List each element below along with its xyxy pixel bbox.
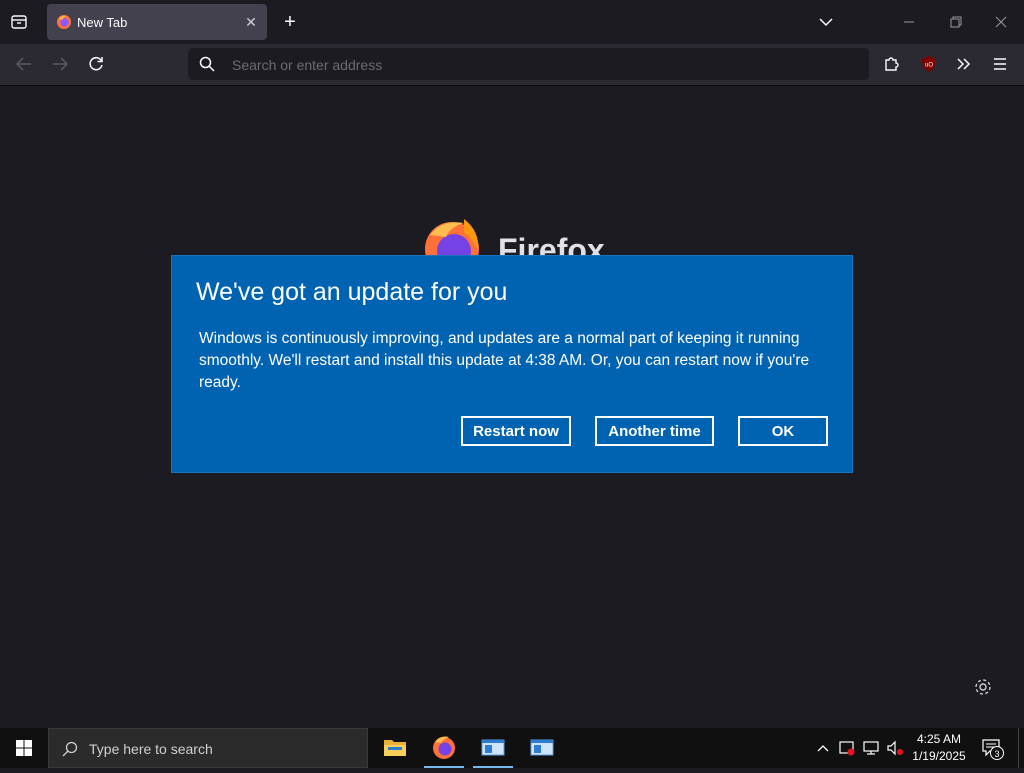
search-icon (199, 56, 215, 72)
security-tray-button[interactable] (837, 738, 857, 758)
taskbar-app-file-explorer[interactable] (371, 728, 419, 768)
chevron-down-icon (819, 18, 833, 27)
volume-muted-icon (887, 740, 903, 756)
tab-close-icon[interactable]: ✕ (243, 14, 259, 30)
reload-icon (89, 56, 103, 71)
firefox-favicon-icon (57, 15, 71, 29)
restore-button[interactable] (932, 8, 978, 36)
extensions-button[interactable] (880, 52, 904, 76)
address-input[interactable] (230, 48, 854, 82)
navigation-toolbar: uO (0, 44, 1024, 86)
firefox-icon (433, 736, 455, 759)
tab-title: New Tab (77, 15, 128, 30)
notification-count-badge: 3 (990, 746, 1004, 760)
restore-icon (950, 16, 962, 28)
arrow-right-icon (53, 57, 69, 71)
taskbar-search-placeholder: Type here to search (89, 741, 213, 757)
back-button[interactable] (12, 52, 36, 76)
dialog-message: Windows is continuously improving, and u… (199, 330, 810, 391)
windows-logo-icon (16, 740, 32, 756)
app-menu-button[interactable] (988, 52, 1012, 76)
list-all-tabs-button[interactable] (816, 12, 836, 32)
close-window-button[interactable] (978, 8, 1024, 36)
clock-date: 1/19/2025 (912, 749, 966, 763)
action-center-button[interactable]: 3 (980, 736, 1006, 760)
hamburger-menu-icon (994, 58, 1006, 70)
dialog-title: We've got an update for you (196, 278, 508, 306)
network-tray-button[interactable] (861, 738, 881, 758)
start-button[interactable] (0, 728, 48, 768)
browser-tab[interactable]: New Tab ✕ (47, 4, 267, 40)
puzzle-icon (885, 57, 899, 71)
another-time-button[interactable]: Another time (595, 416, 714, 446)
new-tab-button[interactable]: + (279, 11, 301, 33)
clock-time: 4:25 AM (916, 732, 962, 746)
ublock-origin-button[interactable]: uO (917, 52, 941, 76)
taskbar-app-window-1[interactable] (469, 728, 517, 768)
address-bar[interactable] (188, 48, 869, 82)
folder-icon (384, 740, 406, 756)
taskbar-app-window-2[interactable] (518, 728, 566, 768)
window-icon (530, 739, 554, 756)
minimize-button[interactable] (886, 8, 932, 36)
forward-button[interactable] (48, 52, 72, 76)
windows-update-dialog: We've got an update for you Windows is c… (172, 256, 852, 472)
svg-text:uO: uO (925, 63, 933, 69)
tab-list-button[interactable] (8, 12, 30, 32)
minimize-icon (904, 21, 914, 23)
gear-icon (975, 679, 991, 695)
defender-warning-icon (839, 741, 855, 756)
restart-now-button[interactable]: Restart now (461, 416, 571, 446)
tab-list-icon (11, 15, 27, 29)
arrow-left-icon (15, 57, 31, 71)
show-hidden-icons-button[interactable] (813, 738, 833, 758)
show-desktop-button[interactable] (1018, 728, 1024, 768)
window-icon (481, 739, 505, 756)
tab-strip: New Tab ✕ + (0, 0, 1024, 44)
personalize-newtab-button[interactable] (972, 676, 994, 698)
search-icon (62, 741, 78, 757)
volume-tray-button[interactable] (885, 738, 905, 758)
chevron-up-icon (817, 745, 829, 752)
overflow-menu-button[interactable] (952, 52, 976, 76)
taskbar: Type here to search 4:25 AM 1/19/2025 3 (0, 728, 1024, 768)
ok-button[interactable]: OK (738, 416, 828, 446)
double-chevron-right-icon (957, 58, 971, 70)
ublock-shield-icon: uO (922, 56, 936, 72)
network-icon (863, 741, 879, 755)
taskbar-clock[interactable]: 4:25 AM 1/19/2025 (906, 731, 972, 765)
reload-button[interactable] (84, 52, 108, 76)
taskbar-search-box[interactable]: Type here to search (48, 728, 368, 768)
close-icon (995, 16, 1007, 28)
taskbar-app-firefox[interactable] (420, 728, 468, 768)
